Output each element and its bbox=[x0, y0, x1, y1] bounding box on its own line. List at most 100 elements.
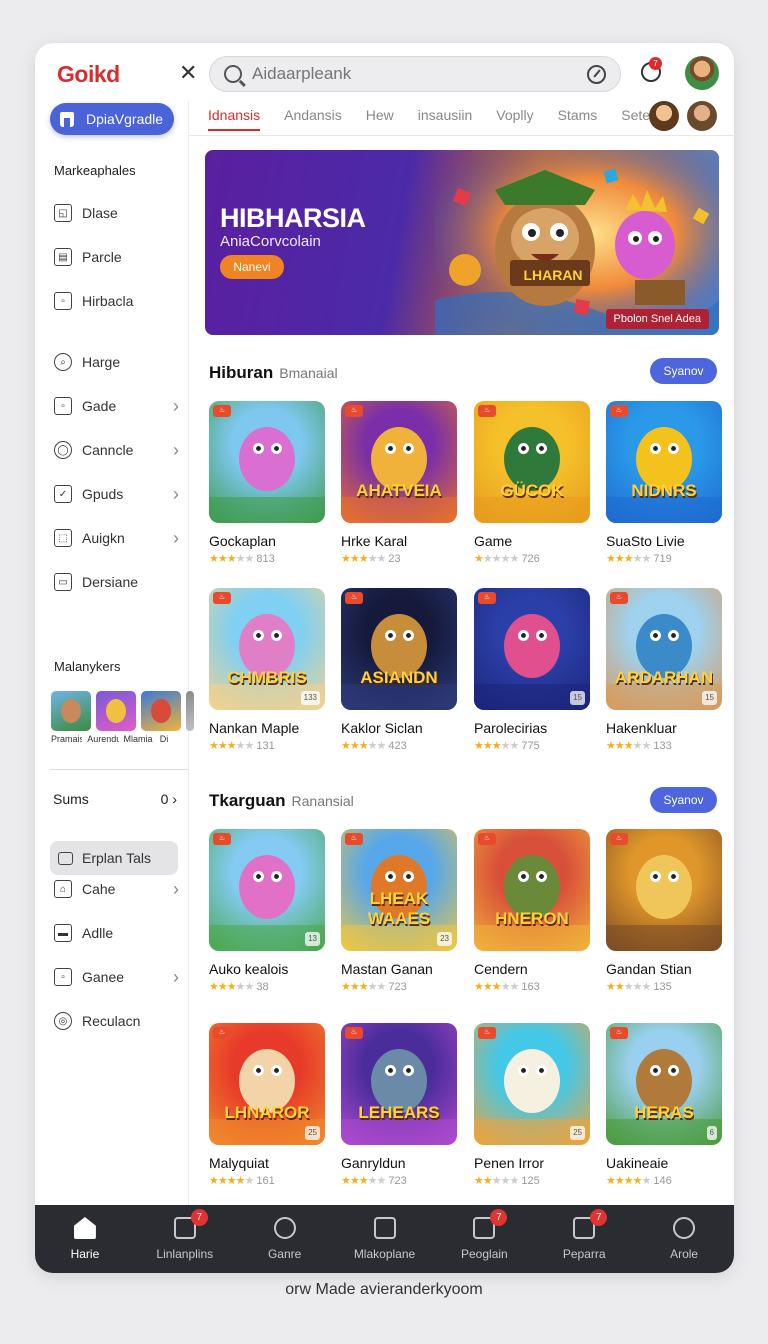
game-name: Malyquiat bbox=[209, 1155, 269, 1171]
nav-item-6[interactable]: 7 Peparra bbox=[534, 1205, 634, 1273]
game-card[interactable]: ♨ LEHEARS Ganryldun ★★★★★ 723 bbox=[341, 1023, 459, 1187]
tab-3[interactable]: Hew bbox=[366, 101, 394, 131]
sidebar-item[interactable]: ▫ Gade › bbox=[54, 394, 179, 418]
tab-4[interactable]: insausiin bbox=[418, 101, 472, 131]
close-icon[interactable]: ✕ bbox=[179, 61, 197, 85]
sidebar-item[interactable]: ⬚ Auigkn › bbox=[54, 526, 179, 550]
sums-label: Sums bbox=[53, 791, 89, 807]
app-logo[interactable]: Goikd bbox=[57, 61, 120, 88]
game-card[interactable]: ♨ AHATVEIA Hrke Karal ★★★★★ 23 bbox=[341, 401, 459, 565]
hot-badge: ♨ bbox=[345, 833, 363, 845]
game-thumbnail[interactable] bbox=[141, 691, 181, 731]
search-bar[interactable] bbox=[209, 56, 621, 92]
game-artwork[interactable]: ♨ GÜCOK bbox=[474, 401, 590, 523]
sidebar-item[interactable]: ▫ Hirbacla bbox=[54, 289, 179, 313]
sidebar-item-label: Adlle bbox=[82, 925, 114, 941]
search-input[interactable] bbox=[252, 64, 587, 84]
profile-avatar[interactable] bbox=[685, 56, 719, 90]
sidebar-item[interactable]: ▤ Parcle bbox=[54, 245, 179, 269]
section-subtitle: Ranansial bbox=[291, 793, 354, 809]
game-rating: ★★★★★ 38 bbox=[209, 980, 327, 993]
rating-count: 133 bbox=[653, 740, 672, 752]
image-icon: ▭ bbox=[54, 573, 72, 591]
game-card[interactable]: ♨ LHNAROR 25 Malyquiat ★★★★★ 161 bbox=[209, 1023, 327, 1187]
sums-value: 0 › bbox=[160, 791, 177, 807]
compass-icon[interactable] bbox=[587, 64, 606, 84]
game-card[interactable]: ♨ 25 Penen Irror ★★★★★ 125 bbox=[474, 1023, 592, 1187]
rating-count: 161 bbox=[256, 1175, 275, 1187]
game-artwork[interactable]: ♨ HERAS 6 bbox=[606, 1023, 722, 1145]
game-card[interactable]: ♨ LHEAK WAAES 23 Mastan Ganan ★★★★★ 723 bbox=[341, 829, 459, 993]
nav-label: Mlakoplane bbox=[353, 1247, 416, 1261]
sidebar-item[interactable]: ⌂ Cahe › bbox=[54, 877, 179, 901]
section-see-all-button[interactable]: Syanov bbox=[650, 787, 717, 813]
game-thumbnail[interactable] bbox=[51, 691, 91, 731]
tab-2[interactable]: Andansis bbox=[284, 101, 342, 131]
section-title-text: Hiburan bbox=[209, 363, 274, 382]
nav-item-7[interactable]: Arole bbox=[634, 1205, 734, 1273]
game-card[interactable]: ♨ NIDNRS SuaSto Livie ★★★★★ 719 bbox=[606, 401, 724, 565]
game-artwork[interactable]: ♨ bbox=[209, 401, 325, 523]
game-card[interactable]: ♨ ASIANDN Kaklor Siclan ★★★★★ 423 bbox=[341, 588, 459, 752]
friend-avatar[interactable] bbox=[687, 101, 717, 131]
nav-item-1[interactable]: Harie bbox=[35, 1205, 135, 1273]
tab-1[interactable]: Idnansis bbox=[208, 101, 261, 131]
nav-item-5[interactable]: 7 Peoglain bbox=[434, 1205, 534, 1273]
sidebar-item[interactable]: ✓ Gpuds › bbox=[54, 482, 179, 506]
game-rating: ★★★★★ 723 bbox=[341, 980, 459, 993]
tab-5[interactable]: Voplly bbox=[496, 101, 533, 131]
game-artwork[interactable]: ♨ ASIANDN bbox=[341, 588, 457, 710]
game-artwork[interactable]: ♨ LHEAK WAAES 23 bbox=[341, 829, 457, 951]
game-card[interactable]: ♨ HERAS 6 Uakineaie ★★★★★ 146 bbox=[606, 1023, 724, 1187]
game-card[interactable]: ♨ HNERON Cendern ★★★★★ 163 bbox=[474, 829, 592, 993]
section-see-all-button[interactable]: Syanov bbox=[650, 358, 717, 384]
friend-avatar[interactable] bbox=[649, 101, 679, 131]
tab-6[interactable]: Stams bbox=[558, 101, 598, 131]
sidebar-item[interactable]: ◱ Dlase bbox=[54, 201, 179, 225]
nav-item-4[interactable]: Mlakoplane bbox=[335, 1205, 435, 1273]
game-artwork[interactable]: ♨ AHATVEIA bbox=[341, 401, 457, 523]
game-thumbnail[interactable] bbox=[96, 691, 136, 731]
game-artwork[interactable]: ♨ ARDARHAN 15 bbox=[606, 588, 722, 710]
sidebar-button[interactable]: Erplan Tals bbox=[50, 841, 178, 875]
game-artwork[interactable]: ♨ HNERON bbox=[474, 829, 590, 951]
game-artwork[interactable]: ♨ CHMBRIS 133 bbox=[209, 588, 325, 710]
game-card[interactable]: ♨ GÜCOK Game ★★★★★ 726 bbox=[474, 401, 592, 565]
sidebar-item[interactable]: ▭ Dersiane bbox=[54, 570, 179, 594]
check-icon: ✓ bbox=[54, 485, 72, 503]
game-card[interactable]: ♨ Gandan Stian ★★★★★ 135 bbox=[606, 829, 724, 993]
hero-banner[interactable]: HIBHARSIA AniaCorvcolain Nanevi LHARAN P… bbox=[205, 150, 719, 335]
sidebar-item[interactable]: ◯ Canncle › bbox=[54, 438, 179, 462]
game-card[interactable]: ♨ 15 Parolecirias ★★★★★ 775 bbox=[474, 588, 592, 752]
game-card[interactable]: ♨ CHMBRIS 133 Nankan Maple ★★★★★ 131 bbox=[209, 588, 327, 752]
game-artwork[interactable]: ♨ 15 bbox=[474, 588, 590, 710]
star-rating: ★★★★★ bbox=[474, 1175, 519, 1187]
game-card[interactable]: ♨ Gockaplan ★★★★★ 813 bbox=[209, 401, 327, 565]
game-artwork[interactable]: ♨ 13 bbox=[209, 829, 325, 951]
game-card[interactable]: ♨ 13 Auko kealois ★★★★★ 38 bbox=[209, 829, 327, 993]
sidebar-item[interactable]: ▬ Adlle bbox=[54, 921, 179, 945]
nav-item-2[interactable]: 7 Linlanplins bbox=[135, 1205, 235, 1273]
star-rating: ★★★★★ bbox=[209, 981, 254, 993]
game-artwork[interactable]: ♨ LHNAROR 25 bbox=[209, 1023, 325, 1145]
character-icon bbox=[239, 855, 295, 919]
banner-cta-button[interactable]: Nanevi bbox=[220, 255, 284, 279]
sums-row[interactable]: Sums 0 › bbox=[53, 791, 177, 807]
sidebar-item[interactable]: ⌕ Harge bbox=[54, 350, 179, 374]
sidebar-item[interactable]: ▫ Ganee › bbox=[54, 965, 179, 989]
game-name: Ganryldun bbox=[341, 1155, 406, 1171]
character-eye bbox=[536, 871, 547, 882]
banner-tag: Pbolon Snel Adea bbox=[605, 309, 709, 329]
game-artwork[interactable]: ♨ 25 bbox=[474, 1023, 590, 1145]
game-artwork[interactable]: ♨ LEHEARS bbox=[341, 1023, 457, 1145]
game-thumbnail[interactable] bbox=[186, 691, 194, 731]
sidebar-item-label: Harge bbox=[82, 354, 121, 370]
character-eye bbox=[403, 630, 414, 641]
game-artwork[interactable]: ♨ bbox=[606, 829, 722, 951]
nav-item-3[interactable]: Ganre bbox=[235, 1205, 335, 1273]
upgrade-button[interactable]: DpiaVgradle bbox=[50, 103, 174, 135]
game-artwork[interactable]: ♨ NIDNRS bbox=[606, 401, 722, 523]
sidebar-item[interactable]: ◎ Reculacn bbox=[54, 1009, 179, 1033]
game-card[interactable]: ♨ ARDARHAN 15 Hakenkluar ★★★★★ 133 bbox=[606, 588, 724, 752]
search-icon bbox=[224, 65, 242, 83]
